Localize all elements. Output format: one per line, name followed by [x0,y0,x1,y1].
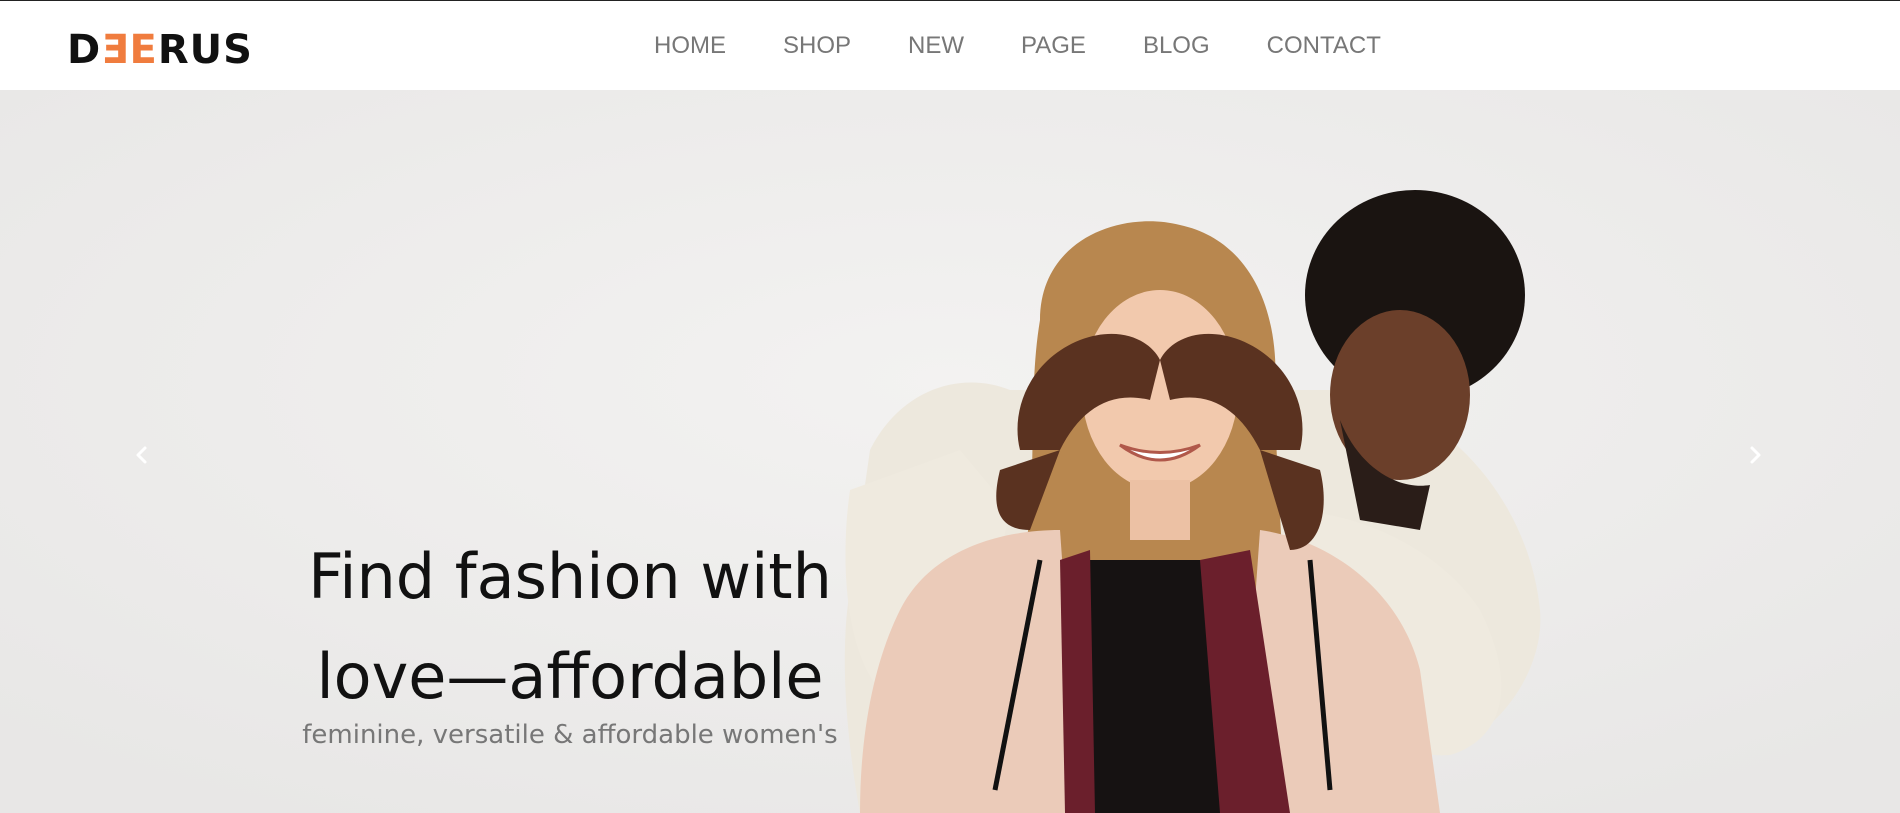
logo-letter-e: E [129,27,158,73]
hero-headline-line2: love—affordable [316,639,824,713]
nav-item-home[interactable]: HOME [654,31,726,61]
nav-item-shop[interactable]: SHOP [783,31,851,61]
logo-letter-d: D [67,27,102,73]
main-nav: HOME SHOP NEW PAGE BLOG CONTACT [654,31,1381,61]
logo-letters-rus: RUS [157,27,253,73]
logo-letter-e-mirrored: E [101,27,130,73]
hero-headline-line1: Find fashion with [308,539,832,613]
nav-item-page[interactable]: PAGE [1021,31,1086,61]
hero-headline: Find fashion with love—affordable [230,527,910,727]
site-header: D E E RUS HOME SHOP NEW PAGE BLOG CONTACT [0,0,1900,90]
nav-item-contact[interactable]: CONTACT [1267,31,1381,61]
brand-logo[interactable]: D E E RUS [67,27,253,73]
nav-item-blog[interactable]: BLOG [1143,31,1210,61]
nav-item-new[interactable]: NEW [908,31,964,61]
chevron-left-icon [136,446,147,464]
page: D E E RUS HOME SHOP NEW PAGE BLOG CONTACT [0,0,1900,813]
chevron-right-icon [1750,446,1761,464]
hero-slider: Find fashion with love—affordable femini… [0,90,1900,813]
slider-prev-button[interactable] [122,435,162,475]
slider-next-button[interactable] [1735,435,1775,475]
hero-subtitle: feminine, versatile & affordable women's [302,720,838,750]
